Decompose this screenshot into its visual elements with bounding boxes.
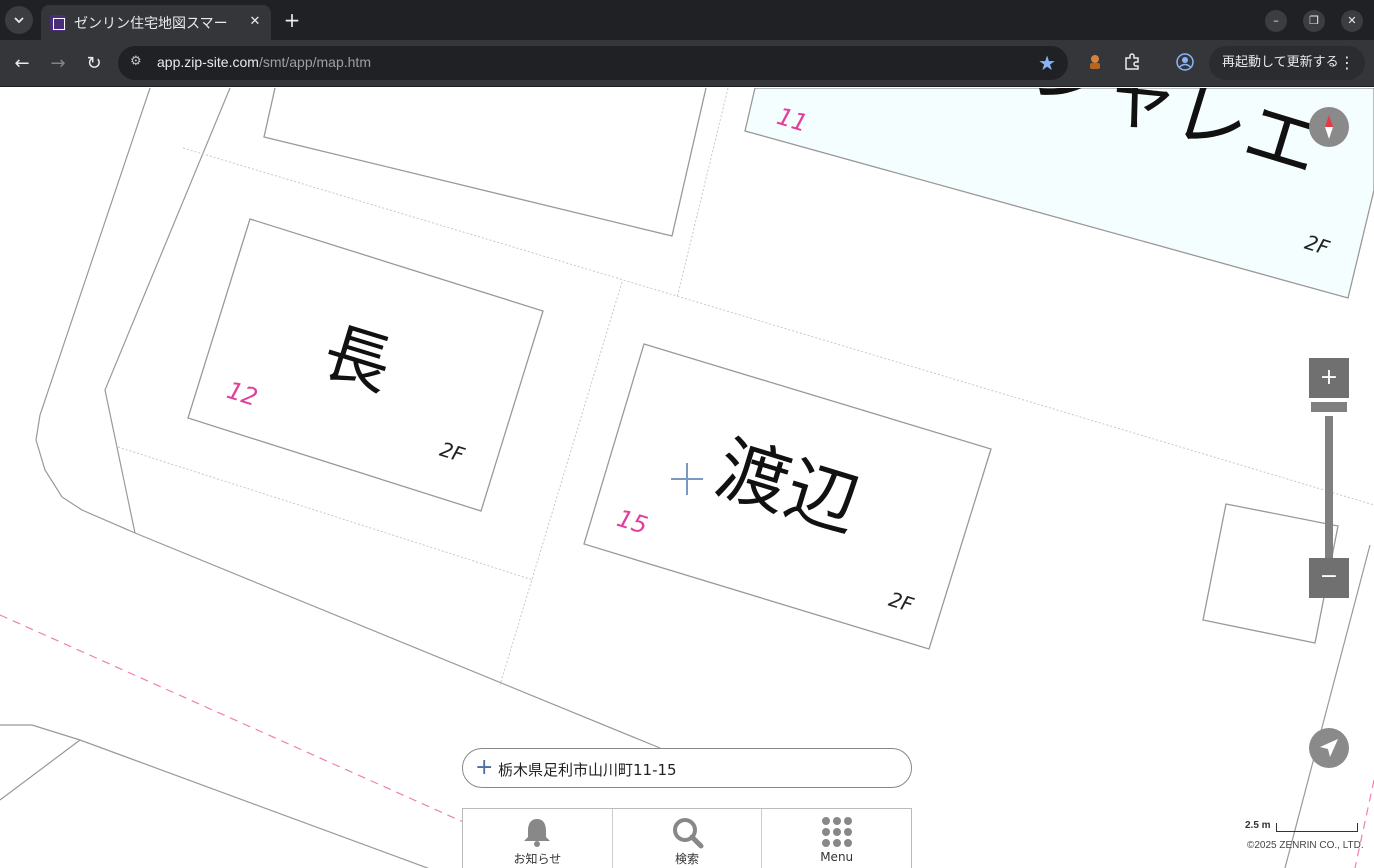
- url-path: /smt/app/map.htm: [258, 54, 371, 70]
- forward-button[interactable]: →: [43, 49, 73, 79]
- menu-item-notifications[interactable]: お知らせ: [463, 809, 613, 868]
- site-favicon-icon: [50, 14, 66, 31]
- zoom-out-button[interactable]: −: [1309, 558, 1349, 598]
- url-text[interactable]: app.zip-site.com/smt/app/map.htm: [157, 54, 371, 70]
- browser-tab-bar: ゼンリン住宅地図スマー ✕ + – ❐ ✕: [0, 0, 1374, 40]
- menu-item-label: Menu: [820, 850, 854, 864]
- search-icon: [673, 818, 704, 849]
- window-close-button[interactable]: ✕: [1341, 10, 1363, 32]
- relaunch-label: 再起動して更新する: [1222, 55, 1339, 70]
- extension-icon[interactable]: [1084, 53, 1106, 75]
- relaunch-update-button[interactable]: 再起動して更新する ⋮: [1209, 46, 1365, 80]
- crosshair-icon: +: [475, 755, 494, 780]
- scale-bar: [1276, 823, 1358, 832]
- menu-item-label: お知らせ: [513, 852, 562, 866]
- tab-close-icon[interactable]: ✕: [246, 13, 264, 31]
- restore-button[interactable]: ❐: [1303, 10, 1325, 32]
- menu-item-label: 検索: [675, 852, 700, 866]
- browser-tab[interactable]: ゼンリン住宅地図スマー ✕: [41, 5, 271, 40]
- current-location-button[interactable]: [1309, 728, 1349, 768]
- compass-button[interactable]: [1309, 107, 1349, 147]
- bell-icon: [524, 819, 551, 847]
- copyright-text: ©2025 ZENRIN CO., LTD.: [1247, 840, 1364, 851]
- bottom-menu: お知らせ 検索 Menu: [462, 808, 912, 868]
- menu-item-search[interactable]: 検索: [613, 809, 763, 868]
- scale-label: 2.5 m: [1245, 820, 1271, 831]
- back-button[interactable]: ←: [7, 49, 37, 79]
- bookmark-star-icon[interactable]: ★: [1038, 51, 1056, 75]
- location-arrow-icon: [1320, 739, 1338, 757]
- profile-icon[interactable]: [1174, 53, 1196, 75]
- new-tab-button[interactable]: +: [280, 8, 304, 32]
- url-host: app.zip-site.com: [157, 54, 259, 70]
- reload-button[interactable]: ↻: [79, 49, 109, 79]
- zoom-slider-track[interactable]: [1325, 416, 1333, 558]
- chevron-down-icon: [14, 17, 24, 24]
- address-bar[interactable]: ⚙ app.zip-site.com/smt/app/map.htm ★: [118, 46, 1068, 80]
- site-info-icon[interactable]: ⚙: [130, 54, 148, 72]
- current-address: 栃木県足利市山川町11-15: [498, 761, 677, 779]
- extensions-puzzle-icon[interactable]: [1121, 53, 1143, 75]
- compass-icon: [1325, 115, 1333, 139]
- minimize-button[interactable]: –: [1265, 10, 1287, 32]
- zoom-slider-handle[interactable]: [1311, 402, 1347, 412]
- tab-list-button[interactable]: [5, 6, 33, 34]
- current-address-bar[interactable]: + 栃木県足利市山川町11-15: [462, 748, 912, 788]
- grid-menu-icon: [821, 817, 852, 847]
- more-menu-icon[interactable]: ⋮: [1339, 46, 1355, 80]
- menu-item-menu[interactable]: Menu: [762, 809, 911, 868]
- zoom-in-button[interactable]: +: [1309, 358, 1349, 398]
- browser-toolbar: ← → ↻ ⚙ app.zip-site.com/smt/app/map.htm…: [0, 40, 1374, 87]
- tab-title: ゼンリン住宅地図スマー: [74, 15, 228, 32]
